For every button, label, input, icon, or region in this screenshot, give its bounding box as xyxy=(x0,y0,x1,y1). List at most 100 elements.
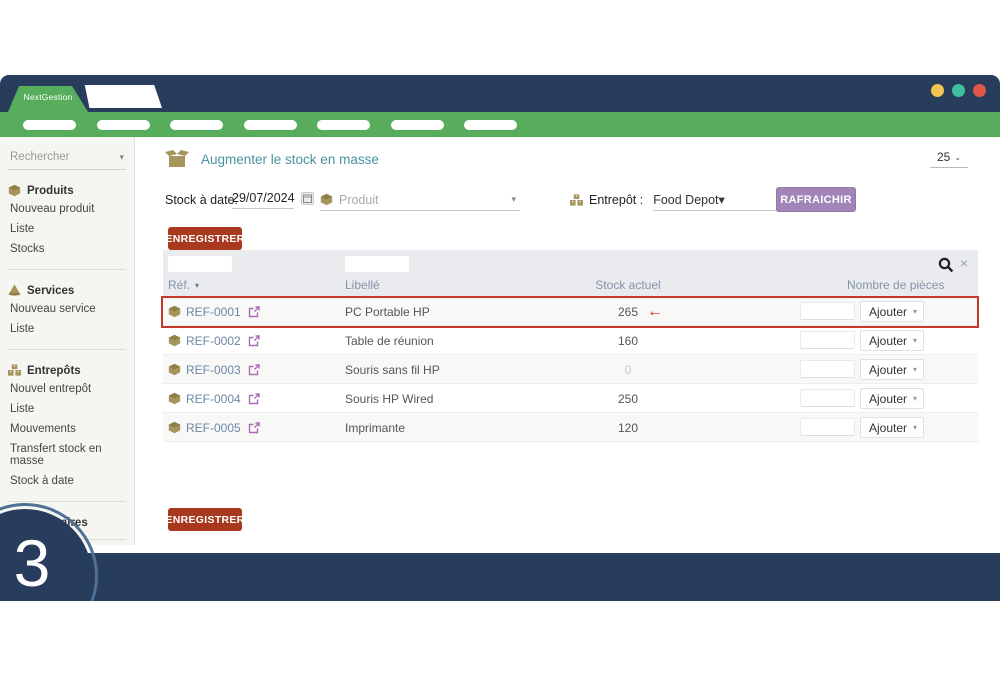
brand-flag-shape xyxy=(84,85,162,108)
sidebar-item[interactable]: Stock à date xyxy=(8,471,126,491)
teal-dot[interactable] xyxy=(952,84,965,97)
action-select[interactable]: Ajouter ▾ xyxy=(860,330,924,351)
page-size-value: 25 xyxy=(937,150,950,164)
ref-cell[interactable]: REF-0002 xyxy=(168,326,260,355)
sidebar-item[interactable]: Stocks xyxy=(8,239,126,259)
ref-cell[interactable]: REF-0005 xyxy=(168,413,260,442)
box-icon xyxy=(320,193,333,206)
sidebar-section: Services Nouveau serviceListe xyxy=(8,284,126,350)
warehouse-filter: Entrepôt : Food Depot ▾ xyxy=(570,189,781,211)
save-button-bottom[interactable]: ENREGISTRER xyxy=(168,508,242,531)
nav-item-pill[interactable] xyxy=(244,120,297,130)
chevron-down-icon: ▾ xyxy=(119,152,124,163)
sidebar-section-label: Entrepôts xyxy=(27,365,81,377)
action-select[interactable]: Ajouter ▾ xyxy=(860,301,924,322)
sidebar-item[interactable]: Nouveau produit xyxy=(8,199,126,219)
warehouse-icon xyxy=(8,364,21,377)
sidebar-section-header[interactable]: Services xyxy=(8,284,126,297)
sidebar-section-label: Services xyxy=(27,285,74,297)
column-ref-label: Réf. xyxy=(168,278,190,292)
sidebar-section-header[interactable]: Entrepôts xyxy=(8,364,126,377)
sidebar-section-header[interactable]: Produits xyxy=(8,184,126,197)
sidebar-item[interactable]: Liste xyxy=(8,399,126,419)
close-icon[interactable]: × xyxy=(960,255,968,271)
filter-bar: Stock à date: 29/07/2024 Produit ▾ xyxy=(165,189,975,215)
sort-caret-icon: ▾ xyxy=(195,281,199,290)
ref-cell[interactable]: REF-0004 xyxy=(168,384,260,413)
refresh-button[interactable]: RAFRAICHIR xyxy=(776,187,856,212)
table-body: REF-0001 PC Portable HP 265 ← Ajouter ▾ … xyxy=(163,297,978,442)
page-size-select[interactable]: 25 ⌄ xyxy=(930,150,968,168)
nav-item-pill[interactable] xyxy=(170,120,223,130)
calendar-icon[interactable] xyxy=(301,192,314,205)
column-label: Libellé xyxy=(345,278,380,292)
quantity-input[interactable] xyxy=(800,418,855,436)
box-icon xyxy=(168,305,181,318)
action-select[interactable]: Ajouter ▾ xyxy=(860,417,924,438)
main-nav-bar xyxy=(0,112,1000,137)
column-ref[interactable]: Réf. ▾ xyxy=(168,278,199,292)
sidebar-item[interactable]: Nouveau service xyxy=(8,299,126,319)
label-cell: Imprimante xyxy=(345,413,405,442)
app-window: NextGestion Rechercher ▾ Produits Nouvea… xyxy=(0,75,1000,601)
box-icon xyxy=(168,363,181,376)
action-select[interactable]: Ajouter ▾ xyxy=(860,359,924,380)
step-number: 3 xyxy=(0,530,50,601)
nav-item-pill[interactable] xyxy=(464,120,517,130)
nav-item-pill[interactable] xyxy=(23,120,76,130)
external-link-icon[interactable] xyxy=(248,393,260,405)
yellow-dot[interactable] xyxy=(931,84,944,97)
ref-text: REF-0003 xyxy=(186,363,241,377)
sidebar-search-select[interactable]: Rechercher ▾ xyxy=(8,149,126,170)
search-icon[interactable] xyxy=(938,257,954,273)
red-dot[interactable] xyxy=(973,84,986,97)
search-placeholder: Rechercher xyxy=(10,151,69,163)
external-link-icon[interactable] xyxy=(248,422,260,434)
quantity-input[interactable] xyxy=(800,360,855,378)
date-input[interactable]: 29/07/2024 xyxy=(232,191,294,209)
chevron-down-icon: ▾ xyxy=(913,394,917,403)
ref-text: REF-0001 xyxy=(186,305,241,319)
table-row: REF-0004 Souris HP Wired 250 Ajouter ▾ xyxy=(163,384,978,413)
external-link-icon[interactable] xyxy=(248,335,260,347)
external-link-icon[interactable] xyxy=(248,364,260,376)
ref-text: REF-0002 xyxy=(186,334,241,348)
sidebar-sections: Produits Nouveau produitListeStocks Serv… xyxy=(8,184,126,540)
sidebar-section-items: Nouvel entrepôtListeMouvementsTransfert … xyxy=(8,379,126,491)
ref-cell[interactable]: REF-0001 xyxy=(168,297,260,326)
label-cell: Souris HP Wired xyxy=(345,384,433,413)
ref-cell[interactable]: REF-0003 xyxy=(168,355,260,384)
sidebar-section-label: Produits xyxy=(27,185,74,197)
warehouse-select[interactable]: Food Depot ▾ xyxy=(653,189,781,211)
label-filter-input[interactable] xyxy=(345,256,409,272)
label-cell: Table de réunion xyxy=(345,326,434,355)
product-placeholder: Produit xyxy=(339,193,379,207)
product-select[interactable]: Produit ▾ xyxy=(320,189,520,211)
action-select[interactable]: Ajouter ▾ xyxy=(860,388,924,409)
sidebar-item[interactable]: Nouvel entrepôt xyxy=(8,379,126,399)
sidebar-section: Entrepôts Nouvel entrepôtListeMouvements… xyxy=(8,364,126,502)
external-link-icon[interactable] xyxy=(248,306,260,318)
sidebar-item[interactable]: Liste xyxy=(8,319,126,339)
action-select-value: Ajouter xyxy=(869,421,907,435)
table-row: REF-0003 Souris sans fil HP 0 Ajouter ▾ xyxy=(163,355,978,384)
sidebar-section-items: Nouveau produitListeStocks xyxy=(8,199,126,259)
sidebar-item[interactable]: Mouvements xyxy=(8,419,126,439)
ref-filter-input[interactable] xyxy=(168,256,232,272)
nav-item-pill[interactable] xyxy=(317,120,370,130)
date-label: Stock à date: xyxy=(165,193,238,207)
nav-item-pill[interactable] xyxy=(97,120,150,130)
sidebar-item[interactable]: Transfert stock en masse xyxy=(8,439,126,471)
label-cell: Souris sans fil HP xyxy=(345,355,440,384)
red-arrow-annotation: ← xyxy=(647,297,663,326)
save-button-top[interactable]: ENREGISTRER xyxy=(168,227,242,250)
action-select-value: Ajouter xyxy=(869,392,907,406)
quantity-input[interactable] xyxy=(800,389,855,407)
nav-item-pill[interactable] xyxy=(391,120,444,130)
chevron-down-icon: ▾ xyxy=(913,423,917,432)
quantity-input[interactable] xyxy=(800,302,855,320)
quantity-input[interactable] xyxy=(800,331,855,349)
sidebar-item[interactable]: Liste xyxy=(8,219,126,239)
chevron-down-icon: ▾ xyxy=(913,365,917,374)
brand-name: NextGestion xyxy=(24,92,73,106)
